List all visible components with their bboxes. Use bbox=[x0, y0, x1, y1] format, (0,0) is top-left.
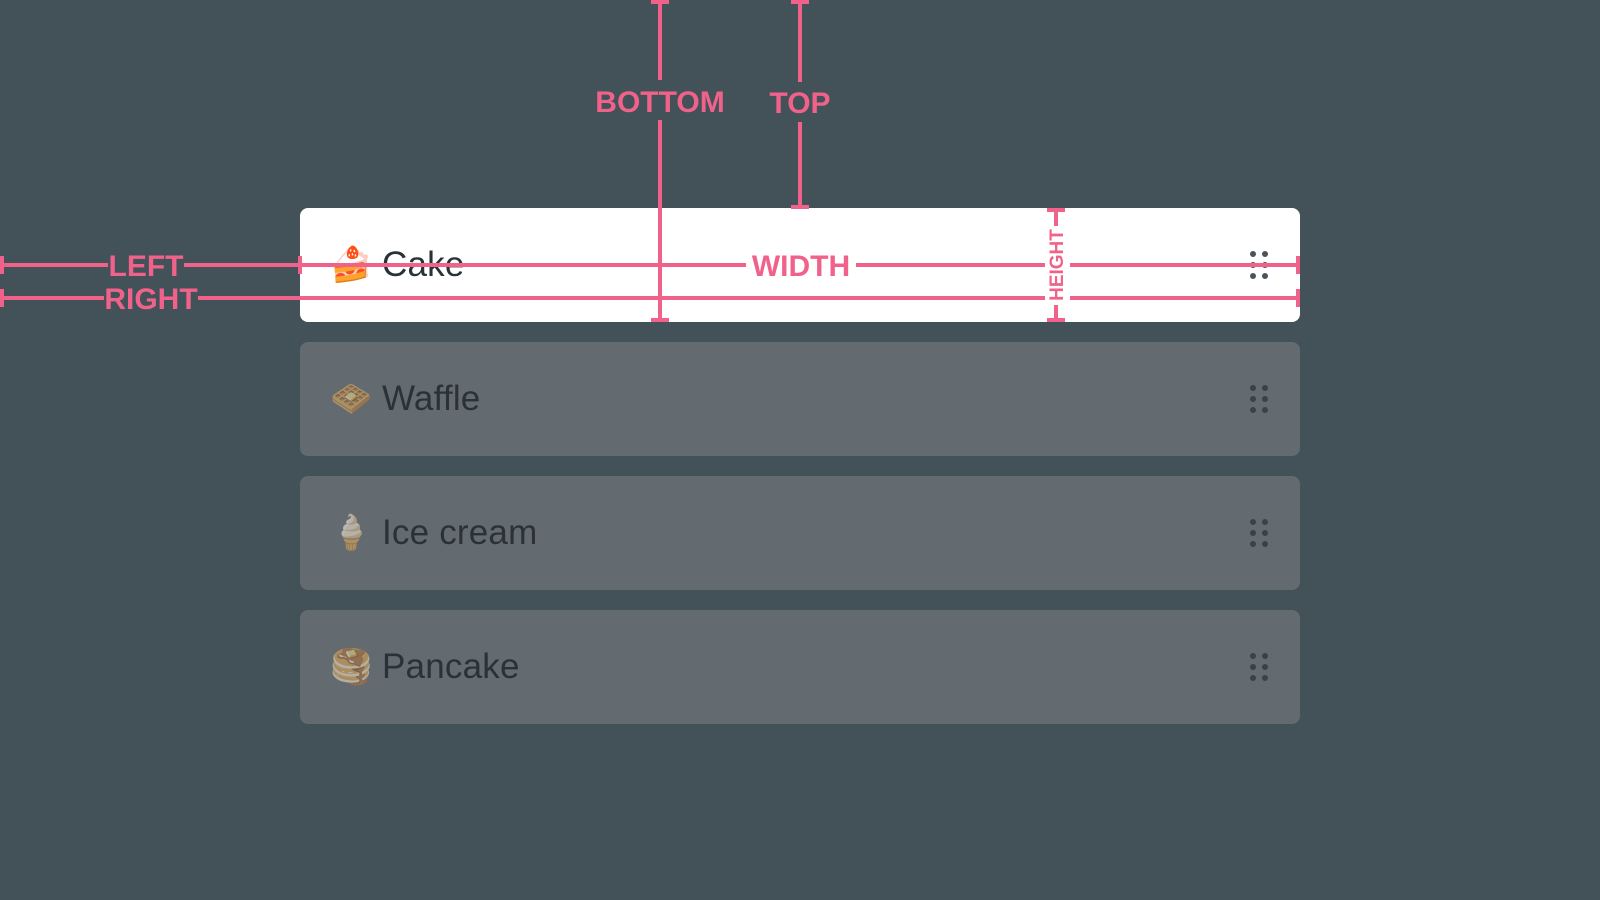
waffle-icon: 🧇 bbox=[330, 380, 373, 418]
list-item-label: Ice cream bbox=[382, 513, 538, 552]
list-item-label: Cake bbox=[382, 245, 465, 284]
list-item-cake[interactable]: 🍰 Cake bbox=[300, 208, 1300, 322]
ice-cream-icon: 🍦 bbox=[330, 514, 373, 552]
list-item-label: Pancake bbox=[382, 647, 520, 686]
drag-handle-icon[interactable] bbox=[1248, 383, 1270, 415]
pancake-icon: 🥞 bbox=[330, 648, 373, 686]
drag-handle-icon[interactable] bbox=[1248, 249, 1270, 281]
drag-handle-icon[interactable] bbox=[1248, 651, 1270, 683]
cake-icon: 🍰 bbox=[330, 246, 373, 284]
list-item-label: Waffle bbox=[382, 379, 481, 418]
drag-handle-icon[interactable] bbox=[1248, 517, 1270, 549]
list-item-pancake[interactable]: 🥞 Pancake bbox=[300, 610, 1300, 724]
list-item-waffle[interactable]: 🧇 Waffle bbox=[300, 342, 1300, 456]
sortable-list: 🍰 Cake 🧇 Waffle 🍦 Ice cream 🥞 Pancake bbox=[0, 0, 1600, 900]
list-item-ice-cream[interactable]: 🍦 Ice cream bbox=[300, 476, 1300, 590]
